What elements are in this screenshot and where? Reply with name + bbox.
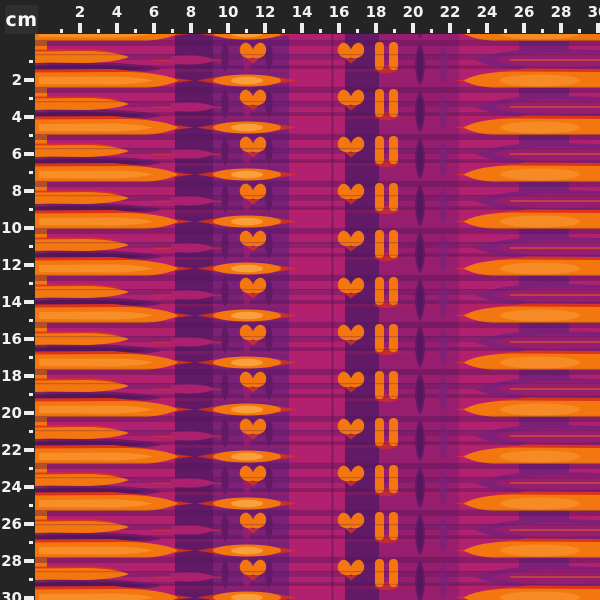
ruler-major-tick (189, 23, 193, 33)
ruler-label: 14 (292, 3, 313, 21)
ruler-label: 10 (1, 219, 22, 237)
ruler-major-tick (24, 522, 34, 526)
ruler-major-tick (448, 23, 452, 33)
ruler-major-tick (24, 411, 34, 415)
ruler-minor-tick (319, 29, 322, 33)
ruler-minor-tick (467, 29, 470, 33)
ruler-minor-tick (29, 504, 33, 507)
ruler-minor-tick (282, 29, 285, 33)
ruler-minor-tick (29, 541, 33, 544)
ruler-label: 6 (12, 145, 22, 163)
ruler-minor-tick (578, 29, 581, 33)
ruler-label: 12 (1, 256, 22, 274)
ruler-minor-tick (29, 578, 33, 581)
ruler-minor-tick (29, 393, 33, 396)
ruler-major-tick (374, 23, 378, 33)
ruler-major-tick (78, 23, 82, 33)
ruler-minor-tick (29, 356, 33, 359)
ruler-minor-tick (29, 171, 33, 174)
ruler-label: 24 (477, 3, 498, 21)
ruler-major-tick (300, 23, 304, 33)
ruler-label: 24 (1, 478, 22, 496)
ruler-major-tick (485, 23, 489, 33)
ruler-major-tick (24, 337, 34, 341)
ruler-label: 2 (12, 71, 22, 89)
ruler-label: 20 (403, 3, 424, 21)
ruler-major-tick (559, 23, 563, 33)
ruler-label: 16 (329, 3, 350, 21)
ruler-minor-tick (356, 29, 359, 33)
ruler-major-tick (24, 374, 34, 378)
ruler-left: 24681012141618202224262830 (0, 0, 35, 600)
ruler-minor-tick (541, 29, 544, 33)
ruler-major-tick (226, 23, 230, 33)
ruler-major-tick (24, 448, 34, 452)
ruler-minor-tick (134, 29, 137, 33)
ruler-label: 10 (218, 3, 239, 21)
fabric-pattern-svg (35, 34, 600, 600)
ruler-label: 30 (588, 3, 600, 21)
ruler-label: 16 (1, 330, 22, 348)
ruler-minor-tick (29, 97, 33, 100)
ruler-label: 28 (1, 552, 22, 570)
ruler-major-tick (115, 23, 119, 33)
ruler-minor-tick (171, 29, 174, 33)
ruler-minor-tick (245, 29, 248, 33)
ruler-minor-tick (97, 29, 100, 33)
ruler-minor-tick (29, 245, 33, 248)
ruler-major-tick (24, 115, 34, 119)
ruler-major-tick (263, 23, 267, 33)
ruler-minor-tick (29, 60, 33, 63)
ruler-minor-tick (504, 29, 507, 33)
ruler-minor-tick (393, 29, 396, 33)
ruler-minor-tick (29, 282, 33, 285)
ruler-major-tick (24, 78, 34, 82)
ruler-major-tick (337, 23, 341, 33)
ruler-major-tick (24, 559, 34, 563)
ruler-minor-tick (29, 319, 33, 322)
ruler-label: 26 (514, 3, 535, 21)
ruler-label: 14 (1, 293, 22, 311)
ruler-major-tick (411, 23, 415, 33)
ruler-label: 18 (1, 367, 22, 385)
swatch-viewer: cm 24681012141618202224262830 2468101214… (0, 0, 600, 600)
ruler-major-tick (24, 485, 34, 489)
ruler-label: 8 (12, 182, 22, 200)
ruler-label: 28 (551, 3, 572, 21)
ruler-minor-tick (29, 467, 33, 470)
ruler-label: 26 (1, 515, 22, 533)
ruler-major-tick (24, 300, 34, 304)
ruler-top: 24681012141618202224262830 (0, 0, 600, 34)
ruler-minor-tick (29, 134, 33, 137)
ruler-major-tick (24, 263, 34, 267)
ruler-label: 20 (1, 404, 22, 422)
ruler-major-tick (152, 23, 156, 33)
ruler-minor-tick (29, 430, 33, 433)
ruler-label: 18 (366, 3, 387, 21)
ruler-major-tick (596, 23, 600, 33)
ruler-major-tick (24, 226, 34, 230)
ruler-label: 2 (75, 3, 85, 21)
ruler-major-tick (24, 152, 34, 156)
ruler-label: 4 (12, 108, 22, 126)
ruler-label: 30 (1, 589, 22, 600)
ruler-major-tick (522, 23, 526, 33)
fabric-swatch-preview[interactable] (35, 34, 600, 600)
ruler-label: 6 (149, 3, 159, 21)
ruler-minor-tick (29, 208, 33, 211)
ruler-major-tick (24, 596, 34, 600)
ruler-label: 22 (440, 3, 461, 21)
ruler-label: 4 (112, 3, 122, 21)
ruler-label: 22 (1, 441, 22, 459)
ruler-label: 8 (186, 3, 196, 21)
ruler-label: 12 (255, 3, 276, 21)
ruler-minor-tick (208, 29, 211, 33)
ruler-minor-tick (60, 29, 63, 33)
ruler-major-tick (24, 189, 34, 193)
ruler-minor-tick (430, 29, 433, 33)
